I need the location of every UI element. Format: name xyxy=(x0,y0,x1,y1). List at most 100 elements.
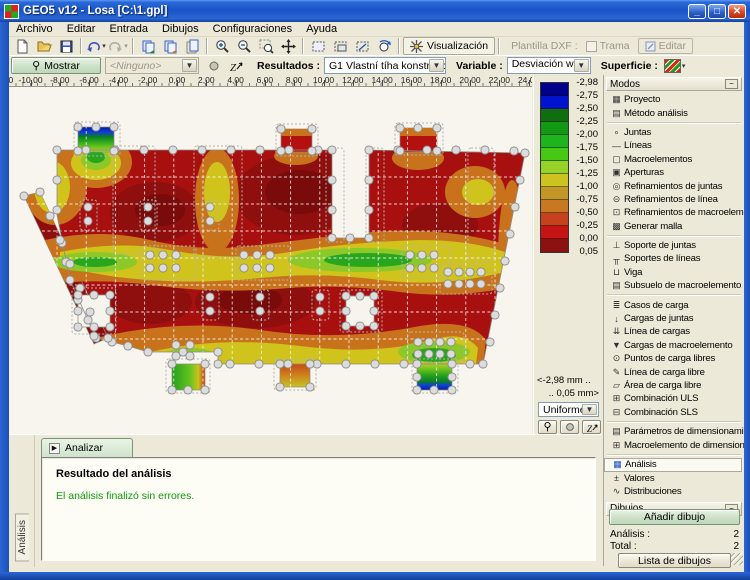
mode-línea-de-cargas[interactable]: ⇊Línea de cargas xyxy=(604,325,744,338)
copy-view-button[interactable] xyxy=(159,37,181,55)
mostrar-combo[interactable]: <Ninguno>▼ xyxy=(105,57,199,74)
menu-dibujos[interactable]: Dibujos xyxy=(155,22,206,36)
select-window-button[interactable] xyxy=(329,37,351,55)
scale-mode-combo[interactable]: Uniforme▼ xyxy=(538,402,599,417)
analysis-vertical-tab[interactable]: Análisis xyxy=(9,435,35,567)
mode-área-de-carga-libre[interactable]: ▱Área de carga libre xyxy=(604,379,744,392)
mode-método-análisis[interactable]: ▤Método análisis xyxy=(604,106,744,119)
trama-checkbox[interactable]: Trama xyxy=(586,40,630,52)
editar-button[interactable]: Editar xyxy=(638,38,693,54)
svg-text:Z: Z xyxy=(230,62,237,72)
resize-grip[interactable] xyxy=(731,553,743,565)
scale-axono-button[interactable]: Z xyxy=(582,420,601,434)
ruler-tick xyxy=(118,80,119,86)
mode-macroelementos[interactable]: ▢Macroelementos xyxy=(604,153,744,166)
legend-color-band xyxy=(541,200,568,213)
mode-refinamientos-de-juntas[interactable]: ◎Refinamientos de juntas xyxy=(604,179,744,192)
horizontal-ruler: -12,00-10,00-8,00-6,00-4,00-2,000,002,00… xyxy=(9,75,532,87)
scale-point-button[interactable] xyxy=(560,420,579,434)
mostrar-button[interactable]: ⚲ Mostrar xyxy=(11,57,101,74)
app-window: GEO5 v12 - Losa [C:\1.gpl] _ □ ✕ Archivo… xyxy=(0,0,750,580)
mode-label: Refinamientos de juntas xyxy=(624,181,722,192)
menu-archivo[interactable]: Archivo xyxy=(9,22,60,36)
mode-icon: ⊝ xyxy=(609,194,624,205)
mode-icon: ▱ xyxy=(609,380,624,391)
analizar-button[interactable]: ▶ Analizar xyxy=(41,438,133,457)
mode-análisis[interactable]: ▦Análisis xyxy=(604,458,742,472)
mode-aperturas[interactable]: ▣Aperturas xyxy=(604,166,744,179)
close-button[interactable]: ✕ xyxy=(728,4,746,19)
mode-valores[interactable]: ±Valores xyxy=(604,472,744,485)
toolbar-separator xyxy=(498,38,500,54)
paste-button[interactable] xyxy=(181,37,203,55)
axonometry-icon: Z xyxy=(586,422,598,433)
analysis-panel: Análisis ▶ Analizar Resultado del anális… xyxy=(9,434,602,566)
superficie-style-chip[interactable] xyxy=(664,59,681,73)
visualizacion-button[interactable]: Visualización xyxy=(403,37,495,55)
mode-refinamientos-de-línea[interactable]: ⊝Refinamientos de línea xyxy=(604,193,744,206)
menu-configuraciones[interactable]: Configuraciones xyxy=(206,22,300,36)
mode-viga[interactable]: ⊔Viga xyxy=(604,266,744,279)
mode-cargas-de-juntas[interactable]: ↓Cargas de juntas xyxy=(604,312,744,325)
mode-juntas[interactable]: ∘Juntas xyxy=(604,126,744,139)
mode-label: Análisis xyxy=(625,459,656,470)
mode-combinación-sls[interactable]: ⊟Combinación SLS xyxy=(604,406,744,419)
menu-ayuda[interactable]: Ayuda xyxy=(299,22,344,36)
lista-dibujos-button[interactable]: Lista de dibujos xyxy=(618,553,731,568)
legend-color-band xyxy=(541,96,568,109)
mode-línea-de-carga-libre[interactable]: ✎Línea de carga libre xyxy=(604,365,744,378)
mode-label: Soporte de juntas xyxy=(624,240,696,251)
zoom-previous-button[interactable] xyxy=(373,37,395,55)
superficie-label: Superficie : xyxy=(601,60,658,72)
mode-label: Puntos de carga libres xyxy=(624,353,715,364)
mode-puntos-de-carga-libres[interactable]: ⊙Puntos de carga libres xyxy=(604,352,744,365)
mode-casos-de-carga[interactable]: ≣Casos de carga xyxy=(604,298,744,311)
new-file-button[interactable] xyxy=(11,37,33,55)
copy-drawing-button[interactable] xyxy=(137,37,159,55)
mode-generar-malla[interactable]: ▩Generar malla xyxy=(604,220,744,233)
point-style-button[interactable] xyxy=(203,57,225,75)
redo-button[interactable]: ▾ xyxy=(107,37,129,55)
select-all-button[interactable] xyxy=(351,37,373,55)
mode-soporte-de-juntas[interactable]: ⊥Soporte de juntas xyxy=(604,239,744,252)
open-file-button[interactable] xyxy=(33,37,55,55)
menu-editar[interactable]: Editar xyxy=(60,22,103,36)
mode-label: Línea de cargas xyxy=(624,326,690,337)
select-region-button[interactable] xyxy=(307,37,329,55)
zoom-in-button[interactable] xyxy=(211,37,233,55)
mode-soportes-de-líneas[interactable]: ╥Soportes de líneas xyxy=(604,252,744,265)
zoom-out-button[interactable] xyxy=(233,37,255,55)
mode-refinamientos-de-macroelemento[interactable]: ⊡Refinamientos de macroelemento xyxy=(604,206,744,219)
undo-button[interactable]: ▾ xyxy=(85,37,107,55)
mode-subsuelo-de-macroelemento[interactable]: ▤Subsuelo de macroelemento xyxy=(604,279,744,292)
pan-button[interactable] xyxy=(277,37,299,55)
collapse-icon[interactable]: − xyxy=(725,79,738,89)
circle-icon xyxy=(565,422,575,432)
anadir-dibujo-button[interactable]: Añadir dibujo xyxy=(609,509,740,525)
mode-parámetros-de-dimensionamiento[interactable]: ▤Parámetros de dimensionamiento xyxy=(604,425,744,438)
mode-cargas-de-macroelemento[interactable]: ▼Cargas de macroelemento xyxy=(604,339,744,352)
mode-icon: — xyxy=(609,141,624,151)
mode-líneas[interactable]: —Líneas xyxy=(604,139,744,152)
mode-proyecto[interactable]: ▦Proyecto xyxy=(604,93,744,106)
variable-combo[interactable]: Desviación wz ▼ xyxy=(507,57,591,74)
axonometry-button[interactable]: Z xyxy=(225,57,247,75)
drawing-canvas[interactable] xyxy=(9,87,532,434)
scale-settings-button[interactable]: ⚲ xyxy=(538,420,557,434)
mode-combinación-uls[interactable]: ⊞Combinación ULS xyxy=(604,392,744,405)
save-button[interactable] xyxy=(55,37,77,55)
resultados-combo[interactable]: G1 Vlastní tíha konstrukce▼ xyxy=(324,57,446,74)
app-icon xyxy=(4,4,19,19)
total-count-value: 2 xyxy=(733,541,739,553)
ruler-tick xyxy=(177,80,178,86)
mode-distribuciones[interactable]: ∿Distribuciones xyxy=(604,485,744,498)
window-border-left xyxy=(0,22,9,572)
svg-text:Z: Z xyxy=(586,424,592,432)
minimize-button[interactable]: _ xyxy=(688,4,706,19)
maximize-button[interactable]: □ xyxy=(708,4,726,19)
analysis-result-box: Resultado del análisis El análisis final… xyxy=(41,457,596,561)
zoom-window-button[interactable] xyxy=(255,37,277,55)
mode-macroelemento-de-dimensionamientos[interactable]: ⊞Macroelemento de dimensionamientos xyxy=(604,438,744,451)
menu-entrada[interactable]: Entrada xyxy=(102,22,155,36)
ruler-tick xyxy=(148,80,149,86)
